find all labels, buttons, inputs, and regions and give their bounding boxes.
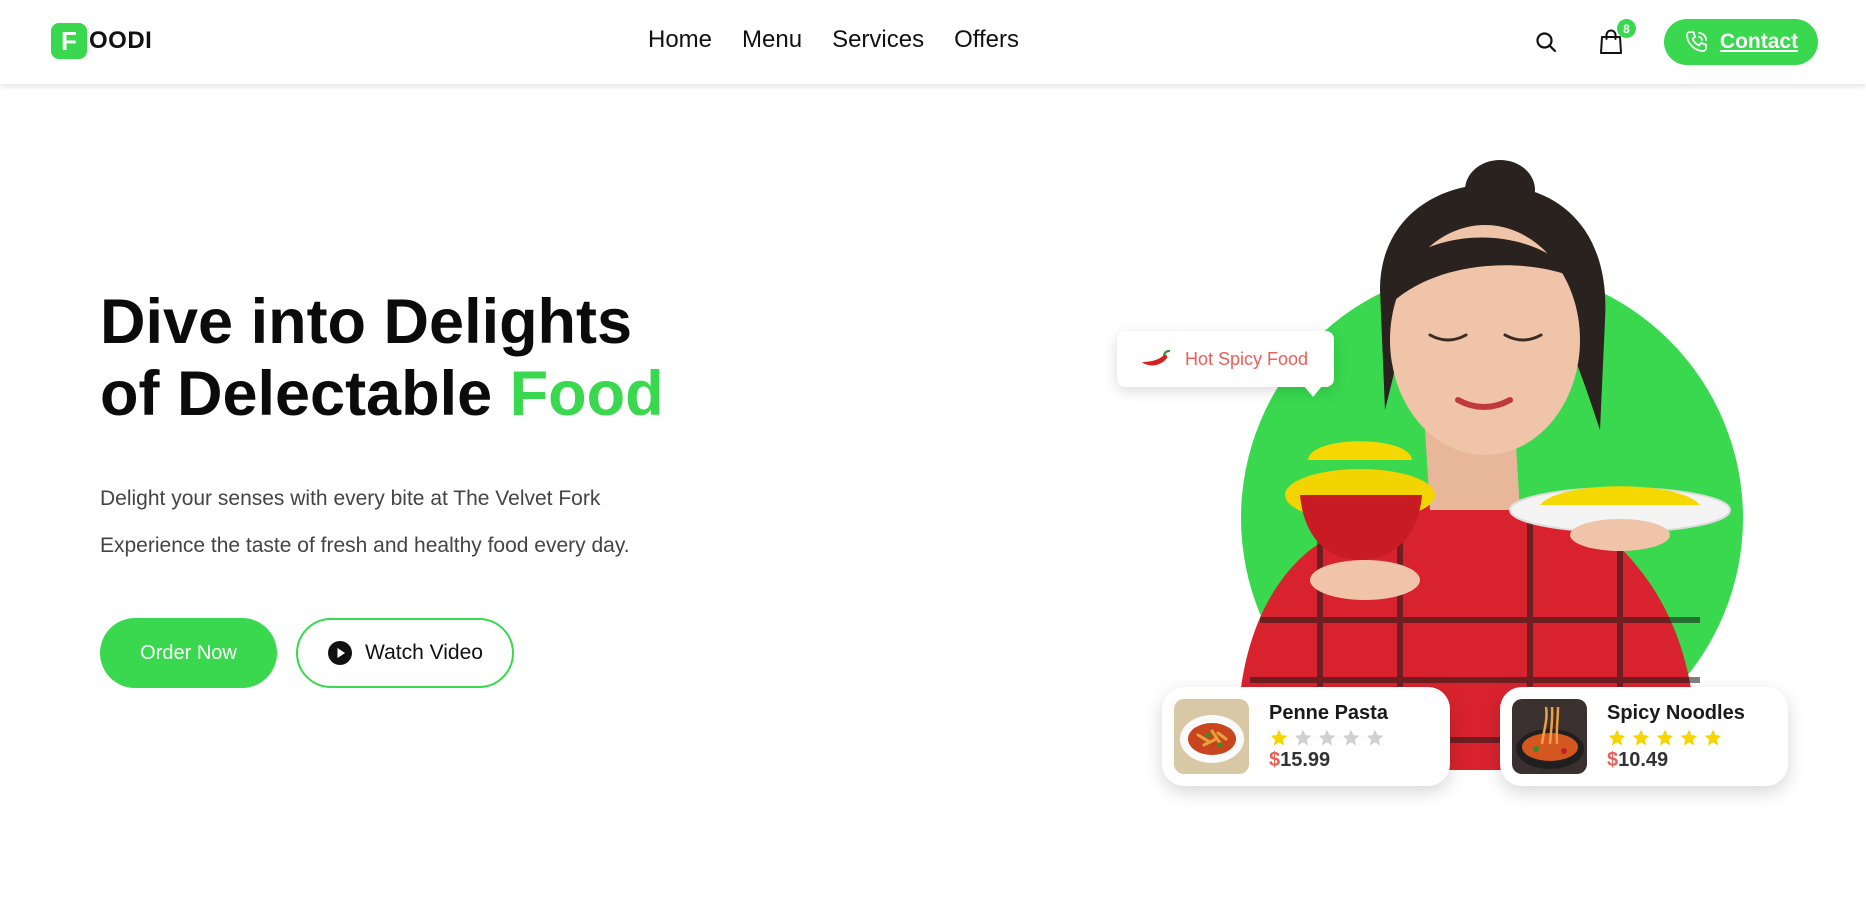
play-icon: [328, 641, 353, 665]
dish-thumbnail: [1512, 699, 1587, 774]
order-now-button[interactable]: Order Now: [100, 618, 277, 688]
watch-video-label: Watch Video: [365, 641, 483, 664]
dish-rating: [1607, 728, 1745, 748]
hot-spicy-tooltip: Hot Spicy Food: [1117, 331, 1334, 397]
dish-price: $10.49: [1607, 749, 1745, 772]
logo-mark: F: [51, 23, 87, 59]
price-value: 10.49: [1618, 748, 1669, 771]
star-icon: [1270, 729, 1288, 745]
dish-card-penne-pasta[interactable]: Penne Pasta $15.99: [1162, 687, 1450, 786]
hero-title-line1: Dive into Delights: [100, 287, 633, 357]
chili-icon: [1142, 349, 1171, 366]
watch-video-button[interactable]: Watch Video: [296, 618, 514, 688]
contact-label: Contact: [1719, 30, 1799, 53]
nav-offers[interactable]: Offers: [954, 26, 1019, 54]
star-icon: [1656, 729, 1674, 745]
order-now-label: Order Now: [140, 641, 237, 664]
price-currency: $: [1607, 748, 1619, 771]
nav-menu[interactable]: Menu: [742, 26, 802, 54]
star-icon: [1318, 729, 1336, 745]
nav-home[interactable]: Home: [648, 26, 712, 54]
price-value: 15.99: [1280, 748, 1331, 771]
nav-services[interactable]: Services: [832, 26, 924, 54]
star-icon: [1342, 729, 1360, 745]
dish-price: $15.99: [1269, 749, 1388, 772]
dish-thumbnail: [1174, 699, 1249, 774]
star-icon: [1366, 729, 1384, 745]
cart-count-badge: 8: [1617, 19, 1636, 38]
star-icon: [1608, 729, 1626, 745]
star-icon: [1294, 729, 1312, 745]
dish-card-spicy-noodles[interactable]: Spicy Noodles $10.49: [1500, 687, 1788, 786]
star-icon: [1680, 729, 1698, 745]
star-icon: [1704, 729, 1722, 745]
site-header: F OODI Home Menu Services Offers 8 Conta…: [0, 0, 1866, 84]
hot-spicy-label: Hot Spicy Food: [1185, 348, 1309, 369]
main-nav: Home Menu Services Offers: [648, 26, 1019, 54]
hero-subtitle-2: Experience the taste of fresh and health…: [100, 534, 630, 557]
brand-logo[interactable]: F OODI: [51, 23, 152, 59]
hero-title-accent: Food: [509, 359, 664, 429]
dish-name: Penne Pasta: [1269, 701, 1388, 724]
search-icon: [1536, 32, 1557, 53]
hero-woman-illustration: [1238, 160, 1731, 770]
hero-title-line2: of Delectable: [100, 359, 510, 429]
hero-subtitle-1: Delight your senses with every bite at T…: [100, 487, 601, 510]
price-currency: $: [1269, 748, 1281, 771]
contact-button[interactable]: Contact: [1664, 19, 1818, 65]
phone-icon: [1686, 31, 1707, 52]
hero-title: Dive into Delights of Delectable Food: [100, 286, 664, 430]
dish-rating: [1269, 728, 1388, 748]
star-icon: [1632, 729, 1650, 745]
dish-name: Spicy Noodles: [1607, 701, 1745, 724]
search-button[interactable]: [1530, 26, 1562, 58]
cart-button[interactable]: 8: [1595, 19, 1636, 58]
logo-text: OODI: [89, 27, 153, 54]
